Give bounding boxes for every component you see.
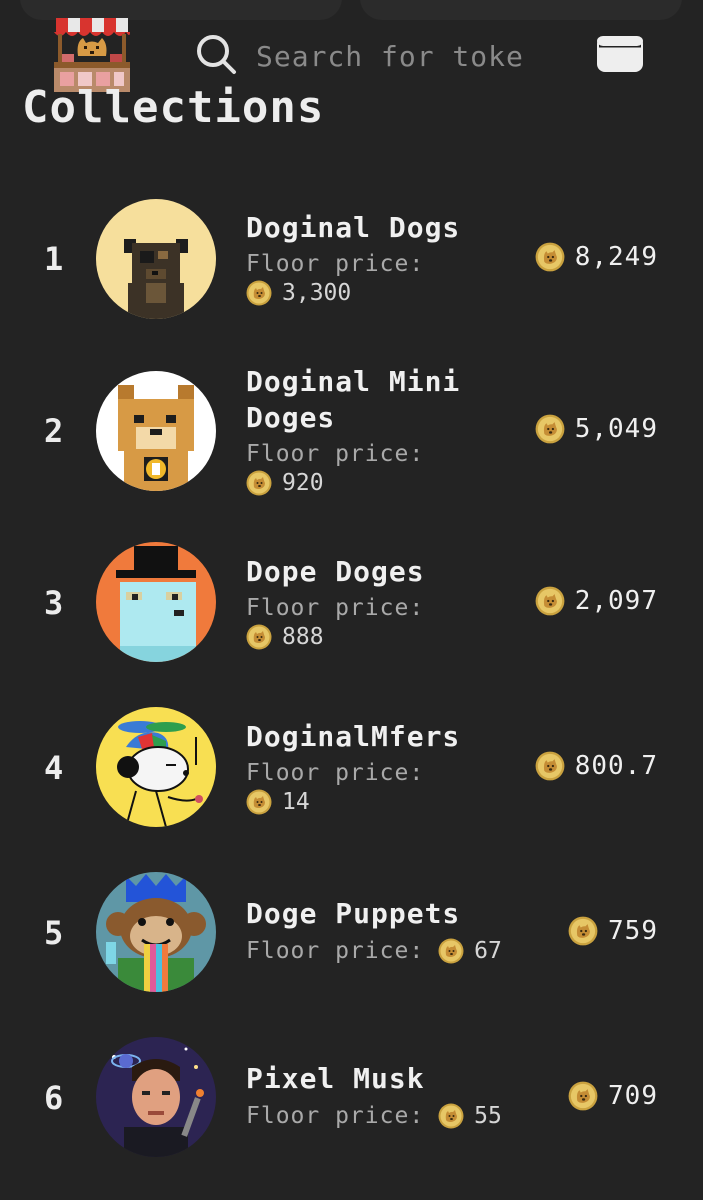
- collection-avatar[interactable]: [96, 1037, 216, 1157]
- volume-value: 800.7: [574, 751, 658, 781]
- rank-number: 6: [44, 1079, 64, 1117]
- collection-avatar[interactable]: [96, 872, 216, 992]
- floor-price-label: Floor price:: [246, 251, 425, 277]
- dogecoin-icon: [246, 470, 272, 496]
- floor-price-value: 14: [282, 789, 310, 815]
- collection-name[interactable]: Pixel Musk: [246, 1061, 526, 1097]
- volume-value: 759: [608, 916, 658, 946]
- volume: 759: [568, 916, 658, 946]
- floor-price-value: 55: [474, 1103, 502, 1129]
- rank-number: 1: [44, 240, 64, 278]
- search-bar[interactable]: [184, 26, 554, 86]
- wallet-icon[interactable]: [594, 32, 648, 78]
- volume: 5,049: [535, 414, 658, 444]
- floor-price-label: Floor price:: [246, 1103, 425, 1129]
- floor-price-value: 920: [282, 470, 324, 496]
- search-input[interactable]: [256, 39, 546, 73]
- rank-number: 2: [44, 412, 64, 450]
- floor-price-label: Floor price:: [246, 760, 425, 786]
- floor-price-value: 3,300: [282, 280, 352, 306]
- collection-avatar[interactable]: [96, 707, 216, 827]
- page-title: Collections: [22, 82, 325, 133]
- rank-number: 3: [44, 584, 64, 622]
- dogecoin-icon: [568, 1081, 598, 1111]
- volume: 2,097: [535, 586, 658, 616]
- app-root: Collections 1 Doginal Dogs Floor price:: [0, 0, 703, 1200]
- top-tab-right[interactable]: [360, 0, 682, 20]
- volume: 709: [568, 1081, 658, 1111]
- floor-price-label: Floor price:: [246, 441, 425, 467]
- dogecoin-icon: [535, 414, 565, 444]
- collection-avatar[interactable]: [96, 371, 216, 491]
- rank-number: 5: [44, 914, 64, 952]
- dogecoin-icon: [535, 586, 565, 616]
- volume: 8,249: [535, 242, 658, 272]
- rank-number: 4: [44, 749, 64, 787]
- search-icon[interactable]: [184, 32, 238, 80]
- volume-value: 2,097: [574, 586, 658, 616]
- volume-value: 5,049: [574, 414, 658, 444]
- collection-avatar[interactable]: [96, 542, 216, 662]
- dogecoin-icon: [568, 916, 598, 946]
- collection-name[interactable]: Dope Doges: [246, 554, 526, 590]
- dogecoin-icon: [246, 280, 272, 306]
- collection-name[interactable]: Doge Puppets: [246, 896, 526, 932]
- floor-price-value: 888: [282, 624, 324, 650]
- volume-value: 709: [608, 1081, 658, 1111]
- volume-value: 8,249: [574, 242, 658, 272]
- dogecoin-icon: [535, 242, 565, 272]
- collection-name[interactable]: Doginal Dogs: [246, 210, 526, 246]
- floor-price-label: Floor price:: [246, 938, 425, 964]
- dogecoin-icon: [438, 938, 464, 964]
- floor-price-value: 67: [474, 938, 502, 964]
- collection-avatar[interactable]: [96, 199, 216, 319]
- dogecoin-icon: [246, 624, 272, 650]
- dogecoin-icon: [438, 1103, 464, 1129]
- floor-price-label: Floor price:: [246, 595, 425, 621]
- dogecoin-icon: [246, 789, 272, 815]
- volume: 800.7: [535, 751, 658, 781]
- collection-name[interactable]: DoginalMfers: [246, 719, 526, 755]
- collection-name[interactable]: Doginal Mini Doges: [246, 364, 526, 436]
- dogecoin-icon: [535, 751, 565, 781]
